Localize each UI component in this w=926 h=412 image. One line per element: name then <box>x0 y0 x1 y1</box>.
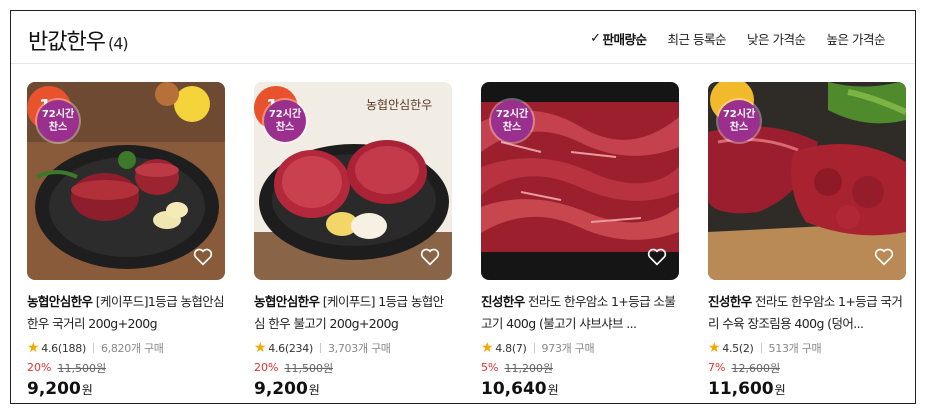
price-value: 9,200 <box>27 379 81 399</box>
badge-line: 72시간 <box>495 109 529 120</box>
star-icon: ★ <box>708 340 721 356</box>
final-price: 11,600 원 <box>708 379 906 399</box>
badge-line: 72시간 <box>722 109 756 120</box>
discount-rate: 20% <box>27 361 52 374</box>
check-icon: ✓ <box>590 31 601 46</box>
badge-line: 찬스 <box>275 122 295 133</box>
brand-name: 진성한우 <box>708 294 752 309</box>
final-price: 9,200 원 <box>27 379 225 399</box>
currency: 원 <box>81 383 93 397</box>
sort-label: 판매량순 <box>602 32 648 47</box>
item-count: (4) <box>107 34 129 53</box>
rating: 4.5(2) <box>722 341 754 355</box>
rating-row: ★ 4.8(7) 973개 구매 <box>481 339 679 357</box>
currency: 원 <box>774 383 786 397</box>
product-card[interactable]: 1 72시간 찬스 농협안심한우 농협안심한우 [케이푸드] 1등급 농협안심 … <box>254 82 452 402</box>
heart-icon[interactable] <box>420 248 440 266</box>
sort-label: 최근 등록순 <box>667 32 727 47</box>
product-name[interactable]: 농협안심한우 [케이푸드] 1등급 농협안심 한우 불고기 200g+200g <box>254 291 452 335</box>
original-price: 11,200원 <box>504 361 554 375</box>
star-icon: ★ <box>481 340 494 356</box>
divider <box>319 343 321 353</box>
rating-row: ★ 4.6(188) 6,820개 구매 <box>27 339 225 357</box>
section-title-text: 반값한우 <box>28 30 106 55</box>
brand-name: 진성한우 <box>481 294 525 309</box>
product-image[interactable]: 72시간 찬스 <box>481 82 679 280</box>
purchase-count: 6,820개 구매 <box>100 342 164 355</box>
product-image[interactable]: 72시간 찬스 <box>708 82 906 280</box>
heart-icon[interactable] <box>874 248 894 266</box>
final-price: 9,200 원 <box>254 379 452 399</box>
rating-row: ★ 4.5(2) 513개 구매 <box>708 339 906 357</box>
final-price: 10,640 원 <box>481 379 679 399</box>
sort-price-high[interactable]: 높은 가격순 <box>826 29 886 48</box>
product-card[interactable]: 72시간 찬스 진성한우 전라도 한우암소 1+등급 국거리 수육 장조림용 4… <box>708 82 906 402</box>
sort-bestselling[interactable]: ✓ 판매량순 <box>590 29 648 48</box>
badge-line: 72시간 <box>41 109 75 120</box>
discount-row: 7% 12,600원 <box>708 359 906 376</box>
product-image[interactable]: 1 72시간 찬스 <box>27 82 225 280</box>
product-image[interactable]: 1 72시간 찬스 농협안심한우 <box>254 82 452 280</box>
product-name[interactable]: 진성한우 전라도 한우암소 1+등급 소불고기 400g (불고기 샤브샤브 .… <box>481 291 679 335</box>
purchase-count: 513개 구매 <box>768 342 822 355</box>
purchase-count: 3,703개 구매 <box>327 342 391 355</box>
original-price: 11,500원 <box>57 361 107 375</box>
chance-badge: 72시간 찬스 <box>491 100 533 142</box>
sort-newest[interactable]: 최근 등록순 <box>667 29 727 48</box>
original-price: 11,500원 <box>284 361 334 375</box>
divider <box>760 343 762 353</box>
sort-label: 낮은 가격순 <box>747 32 806 47</box>
rating: 4.6(188) <box>41 341 86 355</box>
star-icon: ★ <box>254 340 267 356</box>
product-name[interactable]: 농협안심한우 [케이푸드]1등급 농협안심 한우 국거리 200g+200g <box>27 291 225 335</box>
discount-row: 5% 11,200원 <box>481 359 679 376</box>
section-title: 반값한우 (4) <box>28 24 129 56</box>
discount-rate: 7% <box>708 361 726 374</box>
discount-row: 20% 11,500원 <box>254 359 452 376</box>
sort-options: ✓ 판매량순 최근 등록순 낮은 가격순 높은 가격순 <box>590 29 885 48</box>
rating: 4.8(7) <box>495 341 527 355</box>
sort-price-low[interactable]: 낮은 가격순 <box>747 29 806 48</box>
heart-icon[interactable] <box>193 248 213 266</box>
product-section: 반값한우 (4) ✓ 판매량순 최근 등록순 낮은 가격순 높은 가격순 72시… <box>10 10 916 404</box>
brand-logo: 농협안심한우 <box>366 98 433 112</box>
divider <box>92 343 94 353</box>
sort-label: 높은 가격순 <box>826 32 886 47</box>
discount-row: 20% 11,500원 <box>27 359 225 376</box>
badge-line: 찬스 <box>502 122 522 133</box>
heart-icon[interactable] <box>647 248 667 266</box>
currency: 원 <box>547 383 559 397</box>
original-price: 12,600원 <box>731 361 781 375</box>
price-value: 10,640 <box>481 379 547 399</box>
price-value: 11,600 <box>708 379 774 399</box>
divider <box>533 343 535 353</box>
section-header: 반값한우 (4) ✓ 판매량순 최근 등록순 낮은 가격순 높은 가격순 <box>11 11 915 64</box>
product-card[interactable]: 72시간 찬스 진성한우 전라도 한우암소 1+등급 소불고기 400g (불고… <box>481 82 679 402</box>
badge-line: 72시간 <box>268 109 302 120</box>
badge-line: 찬스 <box>48 122 68 133</box>
brand-name: 농협안심한우 <box>254 294 320 309</box>
star-icon: ★ <box>27 340 40 356</box>
product-name[interactable]: 진성한우 전라도 한우암소 1+등급 국거리 수육 장조림용 400g (덩어.… <box>708 291 906 335</box>
rating: 4.6(234) <box>268 341 313 355</box>
product-card[interactable]: 1 72시간 찬스 농협안심한우 [케이푸드]1등급 농협안심 한우 국거리 2… <box>27 82 225 402</box>
badge-line: 찬스 <box>729 122 749 133</box>
currency: 원 <box>308 383 320 397</box>
discount-rate: 20% <box>254 361 279 374</box>
chance-badge: 72시간 찬스 <box>264 100 306 142</box>
price-value: 9,200 <box>254 379 308 399</box>
brand-name: 농협안심한우 <box>27 294 93 309</box>
chance-badge: 72시간 찬스 <box>718 100 760 142</box>
discount-rate: 5% <box>481 361 499 374</box>
rating-row: ★ 4.6(234) 3,703개 구매 <box>254 339 452 357</box>
purchase-count: 973개 구매 <box>541 342 595 355</box>
chance-badge: 72시간 찬스 <box>37 100 79 142</box>
